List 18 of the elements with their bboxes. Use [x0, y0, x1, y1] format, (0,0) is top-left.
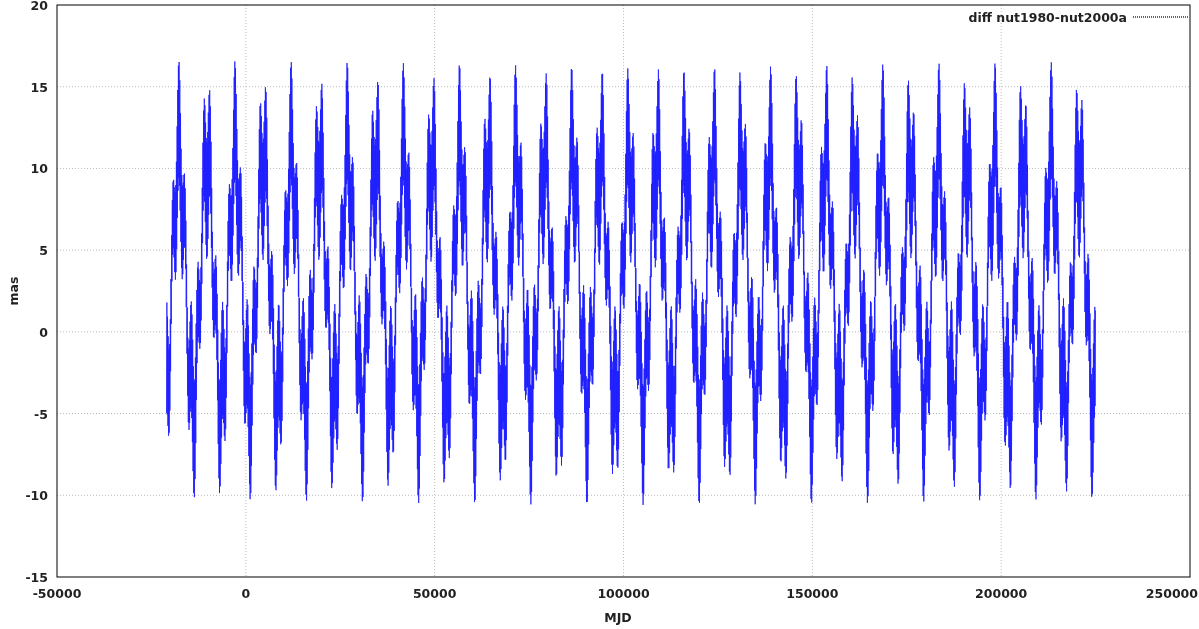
tick-label: 150000 — [786, 586, 839, 601]
tick-label: 50000 — [412, 586, 457, 601]
tick-label: -5 — [34, 406, 48, 422]
tick-label: 200000 — [975, 586, 1028, 601]
tick-label: 15 — [30, 79, 48, 95]
tick-label: -50000 — [32, 586, 82, 601]
axis-title: mas — [6, 276, 21, 306]
tick-label: 5 — [39, 243, 48, 259]
tick-label: -15 — [25, 570, 48, 585]
tick-label: 250000 — [1145, 586, 1198, 601]
tick-label: 10 — [30, 161, 48, 177]
axis-title: MJD — [604, 610, 632, 625]
legend-label: diff nut1980-nut2000a — [968, 10, 1127, 25]
tick-label: 0 — [39, 324, 48, 340]
tick-label: 0 — [241, 586, 251, 601]
tick-label: 100000 — [597, 586, 650, 601]
tick-label: -10 — [25, 488, 48, 504]
tick-label: 20 — [30, 0, 48, 13]
